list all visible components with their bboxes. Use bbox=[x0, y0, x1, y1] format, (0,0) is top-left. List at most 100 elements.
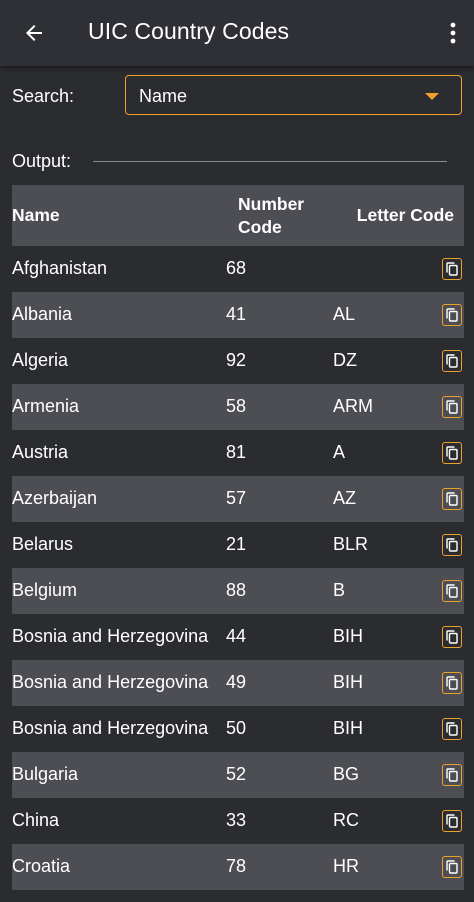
row-country-name: China bbox=[12, 810, 60, 830]
copy-icon bbox=[446, 446, 458, 460]
row-country-name: Algeria bbox=[12, 350, 69, 370]
copy-button[interactable] bbox=[442, 718, 462, 740]
row-number-code: 49 bbox=[226, 672, 247, 692]
table-row: China 33 RC bbox=[12, 798, 464, 844]
copy-icon bbox=[446, 584, 458, 598]
copy-icon bbox=[446, 768, 458, 782]
arrow-left-icon bbox=[26, 25, 42, 41]
row-country-name: Albania bbox=[12, 304, 73, 324]
table-row: Belarus 21 BLR bbox=[12, 522, 464, 568]
row-number-code: 52 bbox=[226, 764, 247, 784]
row-letter-code: BIH bbox=[333, 672, 364, 692]
row-letter-code: BG bbox=[333, 764, 360, 784]
copy-icon bbox=[446, 814, 458, 828]
page-title: UIC Country Codes bbox=[88, 18, 290, 44]
copy-button[interactable] bbox=[442, 488, 462, 510]
row-number-code: 33 bbox=[226, 810, 247, 830]
copy-icon bbox=[446, 492, 458, 506]
copy-button[interactable] bbox=[442, 672, 462, 694]
row-number-code: 88 bbox=[226, 580, 247, 600]
output-divider bbox=[93, 161, 447, 162]
row-country-name: Afghanistan bbox=[12, 258, 108, 278]
row-country-name: Bosnia and Herzegovina bbox=[12, 718, 209, 738]
row-country-name: Armenia bbox=[12, 396, 80, 416]
row-letter-code: BIH bbox=[333, 626, 364, 646]
table-row: Bosnia and Herzegovina 49 BIH bbox=[12, 660, 464, 706]
row-number-code: 78 bbox=[226, 856, 247, 876]
copy-button[interactable] bbox=[442, 442, 462, 464]
header-name: Name bbox=[12, 205, 60, 225]
copy-icon bbox=[446, 308, 458, 322]
row-number-code: 57 bbox=[226, 488, 247, 508]
row-number-code: 92 bbox=[226, 350, 247, 370]
copy-icon bbox=[446, 630, 458, 644]
row-letter-code: A bbox=[333, 442, 346, 462]
header-number-code: Number Code bbox=[238, 193, 304, 239]
caret-down-icon bbox=[425, 93, 439, 100]
table-row: Azerbaijan 57 AZ bbox=[12, 476, 464, 522]
copy-icon bbox=[446, 722, 458, 736]
row-country-name: Belgium bbox=[12, 580, 78, 600]
row-letter-code: DZ bbox=[333, 350, 357, 370]
row-letter-code: BIH bbox=[333, 718, 364, 738]
copy-button[interactable] bbox=[442, 810, 462, 832]
copy-icon bbox=[446, 538, 458, 552]
header-letter-code: Letter Code bbox=[356, 205, 454, 225]
row-country-name: Bulgaria bbox=[12, 764, 79, 784]
copy-button[interactable] bbox=[442, 258, 462, 280]
row-country-name: Bosnia and Herzegovina bbox=[12, 626, 209, 646]
overflow-menu-button[interactable] bbox=[438, 15, 468, 51]
row-number-code: 21 bbox=[226, 534, 247, 554]
table-row: Afghanistan 68 bbox=[12, 246, 464, 292]
row-country-name: Bosnia and Herzegovina bbox=[12, 672, 209, 692]
row-letter-code: RC bbox=[333, 810, 359, 830]
table-row: Austria 81 A bbox=[12, 430, 464, 476]
copy-button[interactable] bbox=[442, 304, 462, 326]
more-vertical-icon bbox=[450, 22, 456, 44]
row-letter-code: BLR bbox=[333, 534, 369, 554]
table-row: Armenia 58 ARM bbox=[12, 384, 464, 430]
row-country-name: Croatia bbox=[12, 856, 71, 876]
row-number-code: 81 bbox=[226, 442, 247, 462]
row-letter-code: B bbox=[333, 580, 346, 600]
row-letter-code: HR bbox=[333, 856, 359, 876]
copy-button[interactable] bbox=[442, 856, 462, 878]
table-row: Belgium 88 B bbox=[12, 568, 464, 614]
table-row: Bosnia and Herzegovina 44 BIH bbox=[12, 614, 464, 660]
copy-icon bbox=[446, 676, 458, 690]
row-letter-code: AZ bbox=[333, 488, 357, 508]
table-row: Algeria 92 DZ bbox=[12, 338, 464, 384]
copy-button[interactable] bbox=[442, 396, 462, 418]
copy-icon bbox=[446, 262, 458, 276]
copy-icon bbox=[446, 354, 458, 368]
row-country-name: Austria bbox=[12, 442, 69, 462]
row-country-name: Belarus bbox=[12, 534, 74, 554]
back-button[interactable] bbox=[14, 15, 54, 51]
copy-button[interactable] bbox=[442, 764, 462, 786]
row-country-name: Azerbaijan bbox=[12, 488, 98, 508]
app-bar: UIC Country Codes bbox=[0, 0, 474, 66]
table-row: Bulgaria 52 BG bbox=[12, 752, 464, 798]
row-number-code: 50 bbox=[226, 718, 247, 738]
header-number-line1: Number bbox=[238, 194, 305, 214]
country-table: Afghanistan 68 Albania 41 AL Algeria 92 DZ Armen… bbox=[12, 246, 464, 890]
table-header: Name Number Code Letter Code bbox=[12, 185, 464, 246]
table-row: Bosnia and Herzegovina 50 BIH bbox=[12, 706, 464, 752]
table-row: Croatia 78 HR bbox=[12, 844, 464, 890]
row-number-code: 68 bbox=[226, 258, 247, 278]
copy-button[interactable] bbox=[442, 580, 462, 602]
header-number-line2: Code bbox=[238, 217, 282, 237]
row-number-code: 44 bbox=[226, 626, 247, 646]
search-dropdown[interactable]: Name bbox=[125, 75, 462, 115]
copy-icon bbox=[446, 860, 458, 874]
copy-button[interactable] bbox=[442, 626, 462, 648]
output-label: Output: bbox=[12, 151, 72, 171]
copy-icon bbox=[446, 400, 458, 414]
copy-button[interactable] bbox=[442, 350, 462, 372]
table-row: Albania 41 AL bbox=[12, 292, 464, 338]
row-number-code: 41 bbox=[226, 304, 247, 324]
search-label: Search: bbox=[12, 86, 75, 106]
row-letter-code: ARM bbox=[333, 396, 373, 416]
copy-button[interactable] bbox=[442, 534, 462, 556]
row-number-code: 58 bbox=[226, 396, 247, 416]
